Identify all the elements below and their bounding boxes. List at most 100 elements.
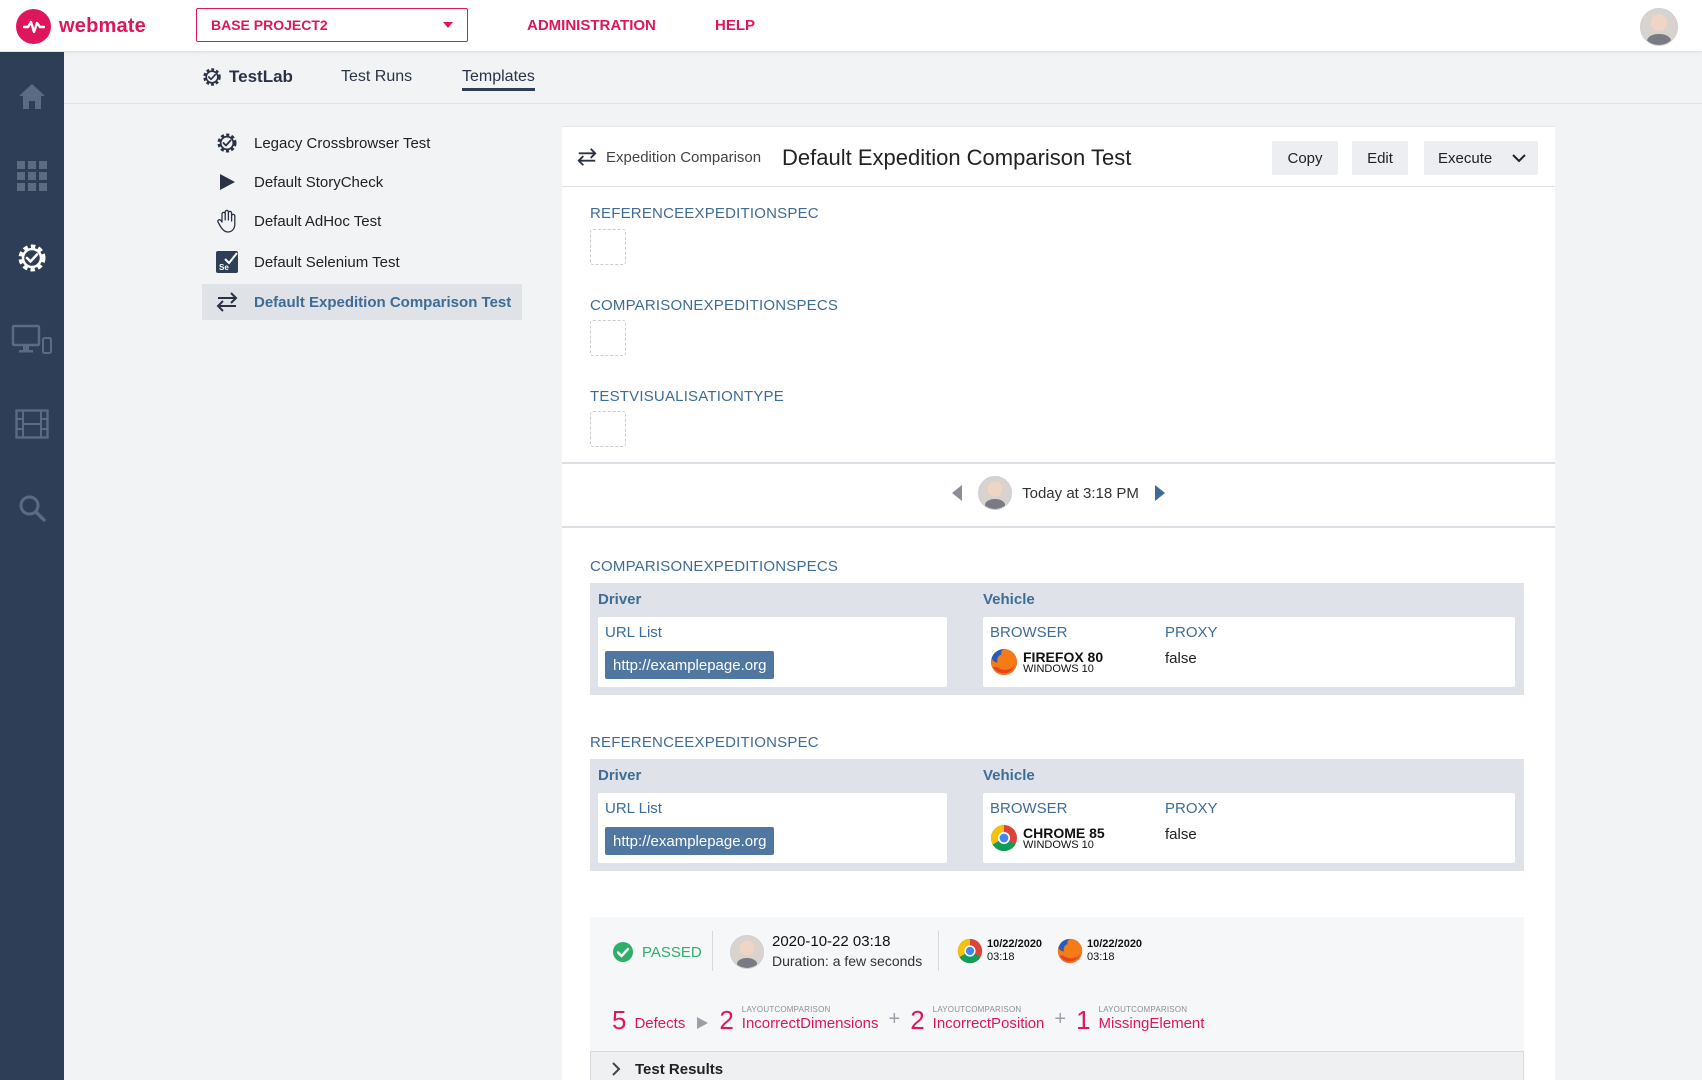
edit-button-label: Edit [1367, 149, 1393, 167]
webmate-logo-icon [16, 9, 51, 44]
defects-label: Defects [634, 1015, 686, 1032]
chevron-down-icon [443, 22, 453, 28]
param-value-empty[interactable] [590, 229, 626, 265]
template-item[interactable]: Default AdHoc Test [202, 203, 522, 239]
defect-count: 2 [910, 1005, 925, 1035]
param-value-empty[interactable] [590, 320, 626, 356]
spec-label: COMPARISONEXPEDITIONSPECS [590, 558, 839, 575]
defect-category: LAYOUTCOMPARISON [932, 1005, 1022, 1014]
run-duration: Duration: a few seconds [772, 953, 923, 969]
arrow-right-icon [697, 1017, 709, 1029]
template-type: Expedition Comparison [576, 147, 761, 167]
template-label: Legacy Crossbrowser Test [254, 134, 431, 152]
project-select[interactable]: BASE PROJECT2 [196, 8, 468, 42]
defect-type[interactable]: LAYOUTCOMPARISON MissingElement [1099, 1005, 1205, 1033]
proxy-label: PROXY [1165, 624, 1218, 641]
url-chip[interactable]: http://examplepage.org [605, 651, 775, 679]
defects-summary[interactable]: 5 Defects 2 LAYOUTCOMPARISON IncorrectDi… [612, 999, 1204, 1033]
testlab-gear-icon[interactable] [14, 240, 50, 276]
next-run-arrow-icon[interactable] [1154, 485, 1165, 501]
template-item[interactable]: Default StoryCheck [202, 164, 522, 200]
plus-icon: + [888, 1008, 901, 1030]
defects-total: 5 [612, 1005, 627, 1035]
play-icon [214, 169, 240, 195]
latest-test-run[interactable]: PASSED 2020-10-22 03:18 Duration: a few … [590, 917, 1524, 1080]
browser-info: FIREFOX 80 WINDOWS 10 [989, 647, 1103, 677]
template-label: Default AdHoc Test [254, 212, 382, 230]
user-avatar[interactable] [1640, 8, 1678, 46]
template-item[interactable]: Se Default Selenium Test [202, 244, 522, 280]
proxy-value: false [1165, 650, 1197, 667]
run-time: Today at 3:18 PM [1022, 484, 1139, 502]
run-browser: 10/22/2020 03:18 [956, 937, 1042, 965]
template-item-active[interactable]: Default Expedition Comparison Test [202, 284, 522, 320]
run-browser-date: 10/22/2020 [987, 938, 1043, 950]
execute-button-label: Execute [1438, 149, 1493, 167]
webmate-logo[interactable]: webmate [16, 9, 146, 44]
testlab-gear-icon [203, 68, 221, 86]
svg-text:Se: Se [219, 263, 229, 272]
template-item[interactable]: Legacy Crossbrowser Test [202, 125, 522, 161]
gear-check-icon [214, 130, 240, 156]
run-browser-date: 10/22/2020 [1087, 938, 1143, 950]
selenium-icon: Se [214, 249, 240, 275]
defect-type[interactable]: LAYOUTCOMPARISON IncorrectDimensions [742, 1005, 879, 1033]
proxy-value: false [1165, 826, 1197, 843]
param-label: TESTVISUALISATIONTYPE [590, 388, 784, 405]
template-label: Default StoryCheck [254, 173, 384, 191]
nav-administration[interactable]: ADMINISTRATION [527, 17, 656, 34]
nav-help[interactable]: HELP [715, 17, 755, 34]
spec-label: REFERENCEEXPEDITIONSPEC [590, 734, 819, 751]
copy-button[interactable]: Copy [1272, 141, 1338, 175]
driver-heading: Driver [598, 591, 642, 608]
vehicle-cell: BROWSER PROXY FIREFOX 80 WINDOWS 10 fals… [983, 617, 1515, 687]
previous-run-arrow-icon[interactable] [952, 485, 963, 501]
film-icon[interactable] [14, 406, 50, 442]
run-date: 2020-10-22 03:18 [772, 933, 891, 950]
copy-button-label: Copy [1287, 149, 1323, 167]
browser-name: CHROME 85 [1023, 824, 1105, 841]
vehicle-cell: BROWSER PROXY CHROME 85 WINDOWS 10 false [983, 793, 1515, 863]
vehicle-heading: Vehicle [983, 591, 1035, 608]
driver-heading: Driver [598, 767, 642, 784]
template-label: Default Expedition Comparison Test [254, 293, 512, 311]
execute-button[interactable]: Execute [1424, 141, 1538, 175]
url-chip[interactable]: http://examplepage.org [605, 827, 775, 855]
template-detail-panel: Expedition Comparison Default Expedition… [562, 126, 1555, 1080]
brand-name: webmate [59, 15, 146, 37]
spec-block-reference: Driver Vehicle URL List http://examplepa… [590, 759, 1524, 871]
defect-type[interactable]: LAYOUTCOMPARISON IncorrectPosition [933, 1005, 1045, 1033]
left-sidebar [0, 52, 64, 1080]
search-icon[interactable] [14, 490, 50, 526]
defect-name: IncorrectDimensions [741, 1015, 879, 1032]
section-title: TestLab [229, 67, 293, 86]
template-label: Default Selenium Test [254, 253, 400, 271]
apps-grid-icon[interactable] [14, 158, 50, 194]
test-results-toggle[interactable]: Test Results [590, 1051, 1524, 1080]
chrome-icon [990, 824, 1017, 852]
run-browser-time: 03:18 [987, 951, 1015, 963]
defect-name: MissingElement [1098, 1015, 1205, 1032]
devices-icon[interactable] [10, 322, 54, 358]
browser-label: BROWSER [990, 624, 1068, 641]
status-badge: PASSED [612, 941, 702, 963]
edit-button[interactable]: Edit [1352, 141, 1408, 175]
defect-category: LAYOUTCOMPARISON [1098, 1005, 1188, 1014]
testlab-section[interactable]: TestLab [201, 66, 293, 88]
tab-test-runs[interactable]: Test Runs [341, 68, 412, 86]
run-browser-time: 03:18 [1087, 951, 1115, 963]
vehicle-heading: Vehicle [983, 767, 1035, 784]
proxy-label: PROXY [1165, 800, 1218, 817]
firefox-icon [1057, 938, 1083, 964]
defect-name: IncorrectPosition [932, 1015, 1045, 1032]
tab-templates[interactable]: Templates [462, 68, 535, 91]
home-icon[interactable] [14, 78, 50, 114]
divider [562, 526, 1555, 528]
page-title: Default Expedition Comparison Test [782, 145, 1132, 170]
param-value-empty[interactable] [590, 411, 626, 447]
check-circle-icon [613, 942, 633, 962]
hand-icon [214, 208, 240, 234]
browser-info: CHROME 85 WINDOWS 10 [989, 823, 1105, 853]
chrome-icon [957, 938, 983, 964]
compare-arrows-icon [214, 289, 240, 315]
